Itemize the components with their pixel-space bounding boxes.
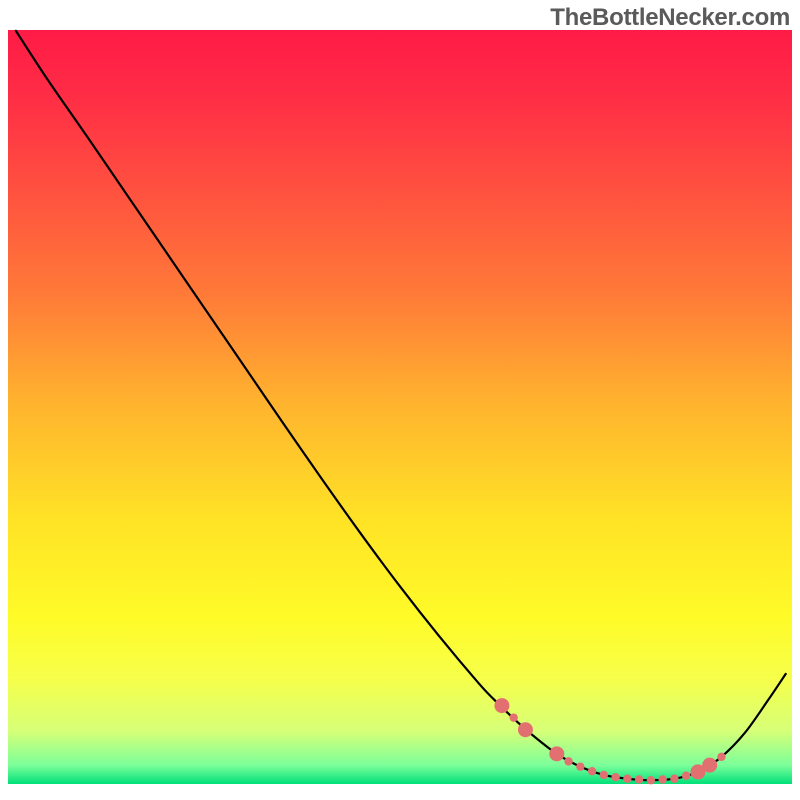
marker-dot bbox=[702, 758, 717, 773]
marker-dot bbox=[635, 775, 643, 783]
marker-dot bbox=[647, 776, 655, 784]
marker-dot bbox=[658, 775, 666, 783]
marker-dot bbox=[611, 773, 619, 781]
marker-dot bbox=[682, 772, 690, 780]
marker-dot bbox=[588, 767, 596, 775]
chart-gradient-background bbox=[8, 30, 792, 784]
marker-dot bbox=[576, 762, 584, 770]
marker-dot bbox=[494, 698, 509, 713]
marker-dot bbox=[564, 757, 572, 765]
marker-dot bbox=[717, 753, 725, 761]
chart-container: TheBottleNecker.com bbox=[0, 0, 800, 800]
marker-dot bbox=[670, 775, 678, 783]
marker-dot bbox=[518, 722, 533, 737]
marker-dot bbox=[549, 746, 564, 761]
watermark-text: TheBottleNecker.com bbox=[550, 4, 790, 32]
bottleneck-chart bbox=[0, 0, 800, 800]
marker-dot bbox=[600, 771, 608, 779]
marker-dot bbox=[509, 713, 517, 721]
marker-dot bbox=[623, 775, 631, 783]
